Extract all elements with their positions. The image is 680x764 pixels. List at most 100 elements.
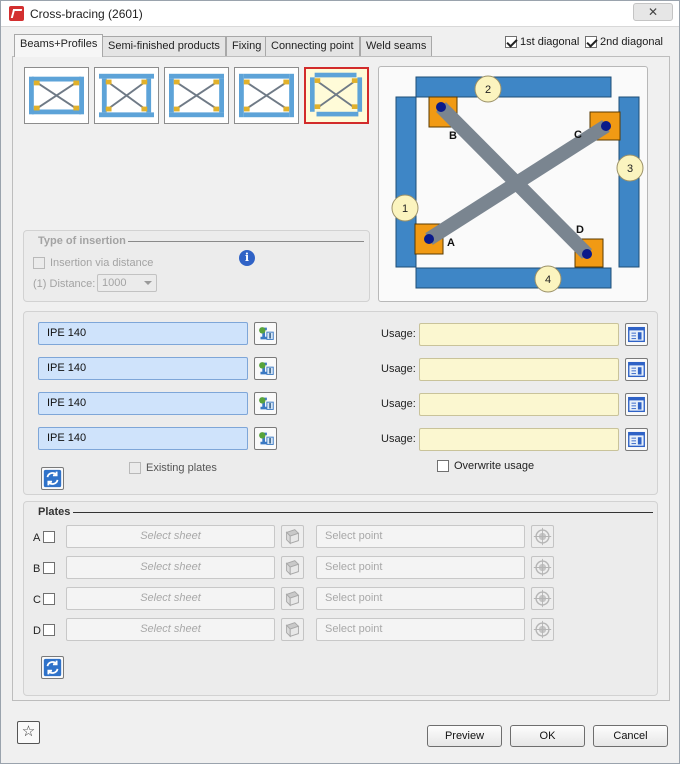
- profile-catalog-button-4[interactable]: [254, 427, 277, 450]
- profile-field-3[interactable]: IPE 140: [38, 392, 248, 415]
- title-bar: Cross-bracing (2601) ✕: [1, 1, 679, 27]
- plate-letter-b: B: [33, 563, 41, 575]
- plate-b-sheet-field[interactable]: Select sheet: [66, 556, 275, 579]
- insertion-via-distance-label: Insertion via distance: [50, 257, 154, 269]
- point-label-c: C: [574, 129, 582, 141]
- plate-c-point-field[interactable]: Select point: [316, 587, 525, 610]
- overwrite-usage-checkbox[interactable]: [437, 460, 449, 472]
- plate-letter-c: C: [33, 594, 41, 606]
- plate-c-sheet-button[interactable]: [281, 587, 304, 610]
- profile-field-1[interactable]: IPE 140: [38, 322, 248, 345]
- usage-list-button-2[interactable]: [625, 358, 648, 381]
- plate-letter-a: A: [33, 532, 41, 544]
- usage-input-4[interactable]: [419, 428, 619, 451]
- profile-catalog-button-3[interactable]: [254, 392, 277, 415]
- second-diagonal-label: 2nd diagonal: [600, 36, 664, 48]
- usage-input-2[interactable]: [419, 358, 619, 381]
- plate-d-sheet-field[interactable]: Select sheet: [66, 618, 275, 641]
- point-label-d: D: [576, 224, 584, 236]
- usage-list-button-1[interactable]: [625, 323, 648, 346]
- plate-b-point-field[interactable]: Select point: [316, 556, 525, 579]
- point-label-a: A: [447, 237, 455, 249]
- variant-thumbnail-3[interactable]: [164, 67, 229, 124]
- plate-a-point-field[interactable]: Select point: [316, 525, 525, 548]
- plate-a-sheet-field[interactable]: Select sheet: [66, 525, 275, 548]
- sheet-icon: [285, 591, 300, 607]
- usage-list-button-3[interactable]: [625, 393, 648, 416]
- plate-d-sheet-button[interactable]: [281, 618, 304, 641]
- favorites-button[interactable]: ☆: [17, 721, 40, 744]
- close-button[interactable]: ✕: [633, 3, 673, 21]
- list-icon: [628, 326, 645, 343]
- profile-catalog-icon: [259, 397, 274, 410]
- profile-field-4[interactable]: IPE 140: [38, 427, 248, 450]
- distance-value: 1000: [102, 277, 127, 289]
- variant-thumbnail-1[interactable]: [24, 67, 89, 124]
- usage-label-2: Usage:: [381, 363, 416, 375]
- beam-number-3: 3: [627, 163, 633, 175]
- beam-number-2: 2: [485, 84, 491, 96]
- profile-catalog-icon: [259, 327, 274, 340]
- variant-thumbnail-2[interactable]: [94, 67, 159, 124]
- plate-d-checkbox[interactable]: [43, 624, 55, 636]
- ok-button[interactable]: OK: [510, 725, 585, 747]
- type-of-insertion-title: Type of insertion: [38, 235, 126, 247]
- existing-plates-checkbox[interactable]: [129, 462, 141, 474]
- first-diagonal-checkbox[interactable]: [505, 36, 517, 48]
- variant-thumbnail-4[interactable]: [234, 67, 299, 124]
- sheet-icon: [285, 622, 300, 638]
- first-diagonal-toggle[interactable]: 1st diagonal: [505, 36, 579, 48]
- plates-title: Plates: [38, 506, 71, 518]
- info-icon[interactable]: i: [239, 250, 255, 266]
- plate-d-point-button[interactable]: [531, 618, 554, 641]
- tab-weld-seams[interactable]: Weld seams: [360, 36, 433, 56]
- usage-input-3[interactable]: [419, 393, 619, 416]
- plate-c-checkbox[interactable]: [43, 593, 55, 605]
- cancel-button[interactable]: Cancel: [593, 725, 668, 747]
- profile-field-2[interactable]: IPE 140: [38, 357, 248, 380]
- plate-d-point-field[interactable]: Select point: [316, 618, 525, 641]
- profile-catalog-button-1[interactable]: [254, 322, 277, 345]
- plate-a-point-button[interactable]: [531, 525, 554, 548]
- existing-plates-label: Existing plates: [146, 462, 217, 474]
- refresh-icon: [43, 658, 62, 677]
- profile-catalog-button-2[interactable]: [254, 357, 277, 380]
- usage-input-1[interactable]: [419, 323, 619, 346]
- beam-number-4: 4: [545, 274, 551, 286]
- star-icon: ☆: [21, 723, 36, 740]
- plate-b-checkbox[interactable]: [43, 562, 55, 574]
- second-diagonal-checkbox[interactable]: [585, 36, 597, 48]
- plate-a-checkbox[interactable]: [43, 531, 55, 543]
- plate-c-point-button[interactable]: [531, 587, 554, 610]
- refresh-profiles-button[interactable]: [41, 467, 64, 490]
- second-diagonal-toggle[interactable]: 2nd diagonal: [585, 36, 663, 48]
- plate-c-sheet-field[interactable]: Select sheet: [66, 587, 275, 610]
- tab-beams-profiles[interactable]: Beams+Profiles: [14, 34, 104, 57]
- pick-point-icon: [533, 589, 552, 608]
- pick-point-icon: [533, 558, 552, 577]
- refresh-plates-button[interactable]: [41, 656, 64, 679]
- usage-label-1: Usage:: [381, 328, 416, 340]
- plate-b-point-button[interactable]: [531, 556, 554, 579]
- dialog-window: Cross-bracing (2601) ✕ Beams+Profiles Se…: [0, 0, 680, 764]
- variant-thumbnail-5[interactable]: [304, 67, 369, 124]
- sheet-icon: [285, 560, 300, 576]
- beam-number-1: 1: [402, 203, 408, 215]
- profile-catalog-icon: [259, 362, 274, 375]
- plate-a-sheet-button[interactable]: [281, 525, 304, 548]
- tab-semi-finished-products[interactable]: Semi-finished products: [102, 36, 226, 56]
- chevron-down-icon: [144, 281, 152, 285]
- tab-fixing[interactable]: Fixing: [226, 36, 268, 56]
- plate-b-sheet-button[interactable]: [281, 556, 304, 579]
- pick-point-icon: [533, 620, 552, 639]
- list-icon: [628, 431, 645, 448]
- distance-select[interactable]: 1000: [97, 274, 157, 292]
- preview-button[interactable]: Preview: [427, 725, 502, 747]
- preview-diagram: B C A D 1 2 3 4: [378, 66, 648, 302]
- refresh-icon: [43, 469, 62, 488]
- insertion-via-distance-checkbox[interactable]: [33, 257, 45, 269]
- usage-label-4: Usage:: [381, 433, 416, 445]
- tab-connecting-point[interactable]: Connecting point: [265, 36, 360, 56]
- usage-list-button-4[interactable]: [625, 428, 648, 451]
- plate-letter-d: D: [33, 625, 41, 637]
